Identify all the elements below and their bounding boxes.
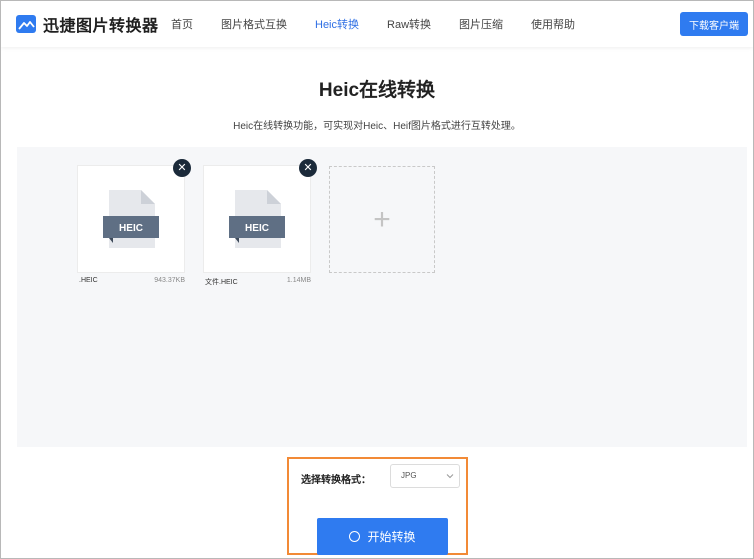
close-icon: ✕ <box>303 162 313 174</box>
file-size: 943.37KB <box>154 277 185 284</box>
file-badge: HEIC <box>119 223 143 234</box>
file-name: 文件.HEIC <box>205 279 238 286</box>
format-label: 选择转换格式： <box>301 475 371 486</box>
page-description: Heic在线转换功能，可实现对Heic、Heif图片格式进行互转处理。 <box>233 121 521 132</box>
download-client-button[interactable]: 下载客户端 <box>680 12 748 36</box>
convert-panel: 选择转换格式： JPG 开始转换 <box>287 457 468 555</box>
nav-item-heic[interactable]: Heic转换 <box>315 16 359 32</box>
heic-file-icon: HEIC <box>103 190 159 248</box>
circle-icon <box>349 531 361 542</box>
plus-icon: + <box>373 202 391 236</box>
top-header: 迅捷图片转换器 首页 图片格式互换 Heic转换 Raw转换 图片压缩 使用帮助… <box>1 1 753 47</box>
remove-file-button[interactable]: ✕ <box>299 159 317 177</box>
heic-file-icon: HEIC <box>229 190 285 248</box>
nav-item-help[interactable]: 使用帮助 <box>531 16 575 32</box>
file-card[interactable]: HEIC <box>203 165 311 273</box>
nav-item-format-convert[interactable]: 图片格式互换 <box>221 16 287 32</box>
main-nav: 首页 图片格式互换 Heic转换 Raw转换 图片压缩 使用帮助 <box>171 1 603 47</box>
logo[interactable]: 迅捷图片转换器 <box>15 12 159 36</box>
upload-area[interactable]: HEIC ✕ .HEIC 943.37KB HEIC ✕ 文件.HEIC 1.1… <box>17 147 747 447</box>
page-title: Heic在线转换 <box>318 80 436 101</box>
close-icon: ✕ <box>177 162 187 174</box>
landscape-logo-icon <box>16 15 36 33</box>
format-select-value: JPG <box>401 471 417 480</box>
start-convert-button[interactable]: 开始转换 <box>317 518 448 555</box>
chevron-down-icon <box>446 474 454 479</box>
file-size: 1.14MB <box>286 277 311 284</box>
logo-text: 迅捷图片转换器 <box>43 18 159 35</box>
remove-file-button[interactable]: ✕ <box>173 159 191 177</box>
start-convert-label: 开始转换 <box>367 530 416 544</box>
file-badge: HEIC <box>245 223 269 234</box>
format-select[interactable]: JPG <box>390 464 460 488</box>
app-window: 迅捷图片转换器 首页 图片格式互换 Heic转换 Raw转换 图片压缩 使用帮助… <box>0 0 754 559</box>
nav-item-home[interactable]: 首页 <box>171 16 193 32</box>
nav-item-raw[interactable]: Raw转换 <box>387 16 431 32</box>
add-file-button[interactable]: + <box>329 166 435 273</box>
file-card[interactable]: HEIC <box>77 165 185 273</box>
nav-item-compress[interactable]: 图片压缩 <box>459 16 503 32</box>
file-name: .HEIC <box>79 277 98 284</box>
